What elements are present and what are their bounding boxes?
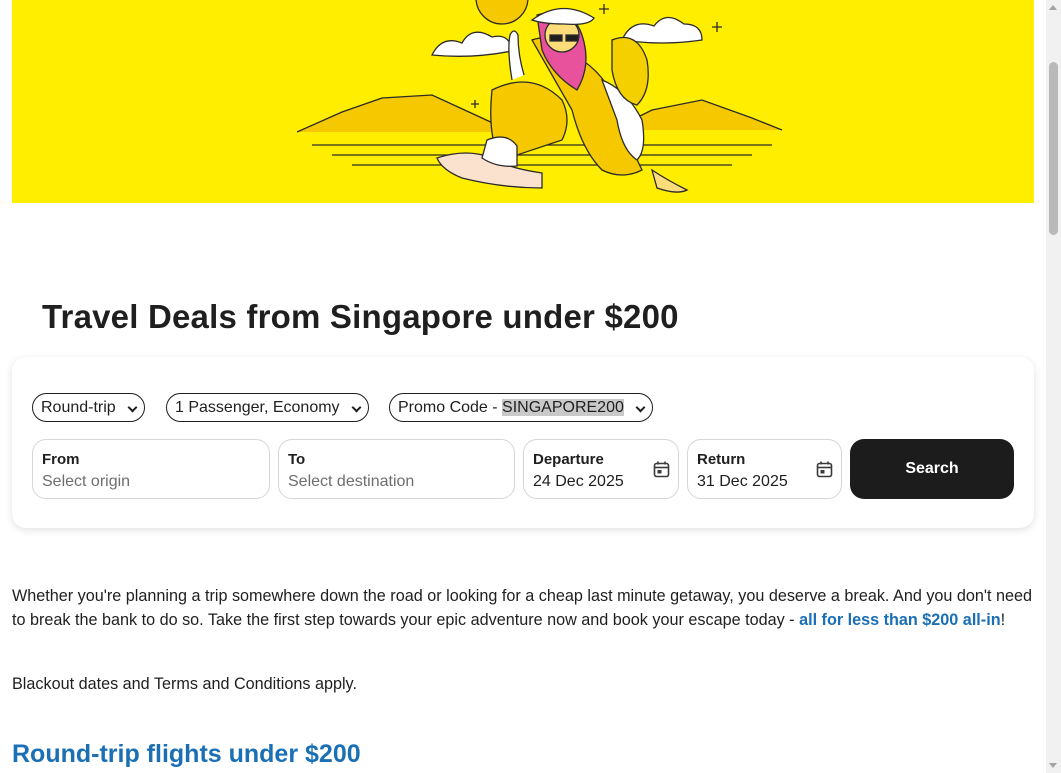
passengers-value: 1 Passenger, Economy [175, 399, 340, 416]
section-heading: Round-trip flights under $200 [12, 740, 361, 768]
trip-type-dropdown[interactable]: Round-trip [32, 393, 145, 422]
departure-value: 24 Dec 2025 [533, 473, 624, 490]
passengers-dropdown[interactable]: 1 Passenger, Economy [166, 393, 369, 422]
promo-code-value: SINGAPORE200 [502, 399, 624, 416]
return-date-field[interactable]: Return 31 Dec 2025 [687, 439, 842, 499]
search-button[interactable]: Search [850, 439, 1014, 499]
chevron-down-icon [127, 402, 138, 413]
from-field[interactable]: From Select origin [32, 439, 270, 499]
calendar-icon [816, 461, 833, 478]
scrollbar-thumb[interactable] [1049, 62, 1058, 235]
chevron-down-icon [635, 402, 646, 413]
hero-illustration [296, 0, 783, 193]
return-value: 31 Dec 2025 [697, 473, 788, 490]
promo-code-prefix: Promo Code - [398, 399, 503, 416]
calendar-icon [653, 461, 670, 478]
vertical-scrollbar[interactable] [1046, 0, 1061, 773]
to-label: To [288, 451, 306, 468]
scroll-down-icon[interactable] [1049, 763, 1057, 768]
to-placeholder: Select destination [288, 473, 415, 490]
trip-type-value: Round-trip [41, 399, 116, 416]
chevron-down-icon [351, 402, 361, 413]
page-title: Travel Deals from Singapore under $200 [42, 298, 679, 335]
scroll-up-icon[interactable] [1049, 5, 1057, 10]
to-field[interactable]: To Select destination [278, 439, 515, 499]
hero-banner [12, 0, 1034, 203]
intro-suffix: ! [1000, 611, 1006, 629]
departure-label: Departure [533, 451, 604, 468]
all-under-200-link[interactable]: all for less than $200 all-in [799, 611, 1001, 629]
intro-paragraph: Whether you're planning a trip somewhere… [12, 584, 1034, 632]
terms-note: Blackout dates and Terms and Conditions … [12, 675, 357, 693]
return-label: Return [697, 451, 746, 468]
from-label: From [42, 451, 80, 468]
departure-date-field[interactable]: Departure 24 Dec 2025 [523, 439, 679, 499]
promo-code-dropdown[interactable]: Promo Code - SINGAPORE200 [389, 393, 653, 422]
flight-search-form: Round-trip 1 Passenger, Economy Promo Co… [12, 357, 1034, 528]
from-placeholder: Select origin [42, 473, 131, 490]
